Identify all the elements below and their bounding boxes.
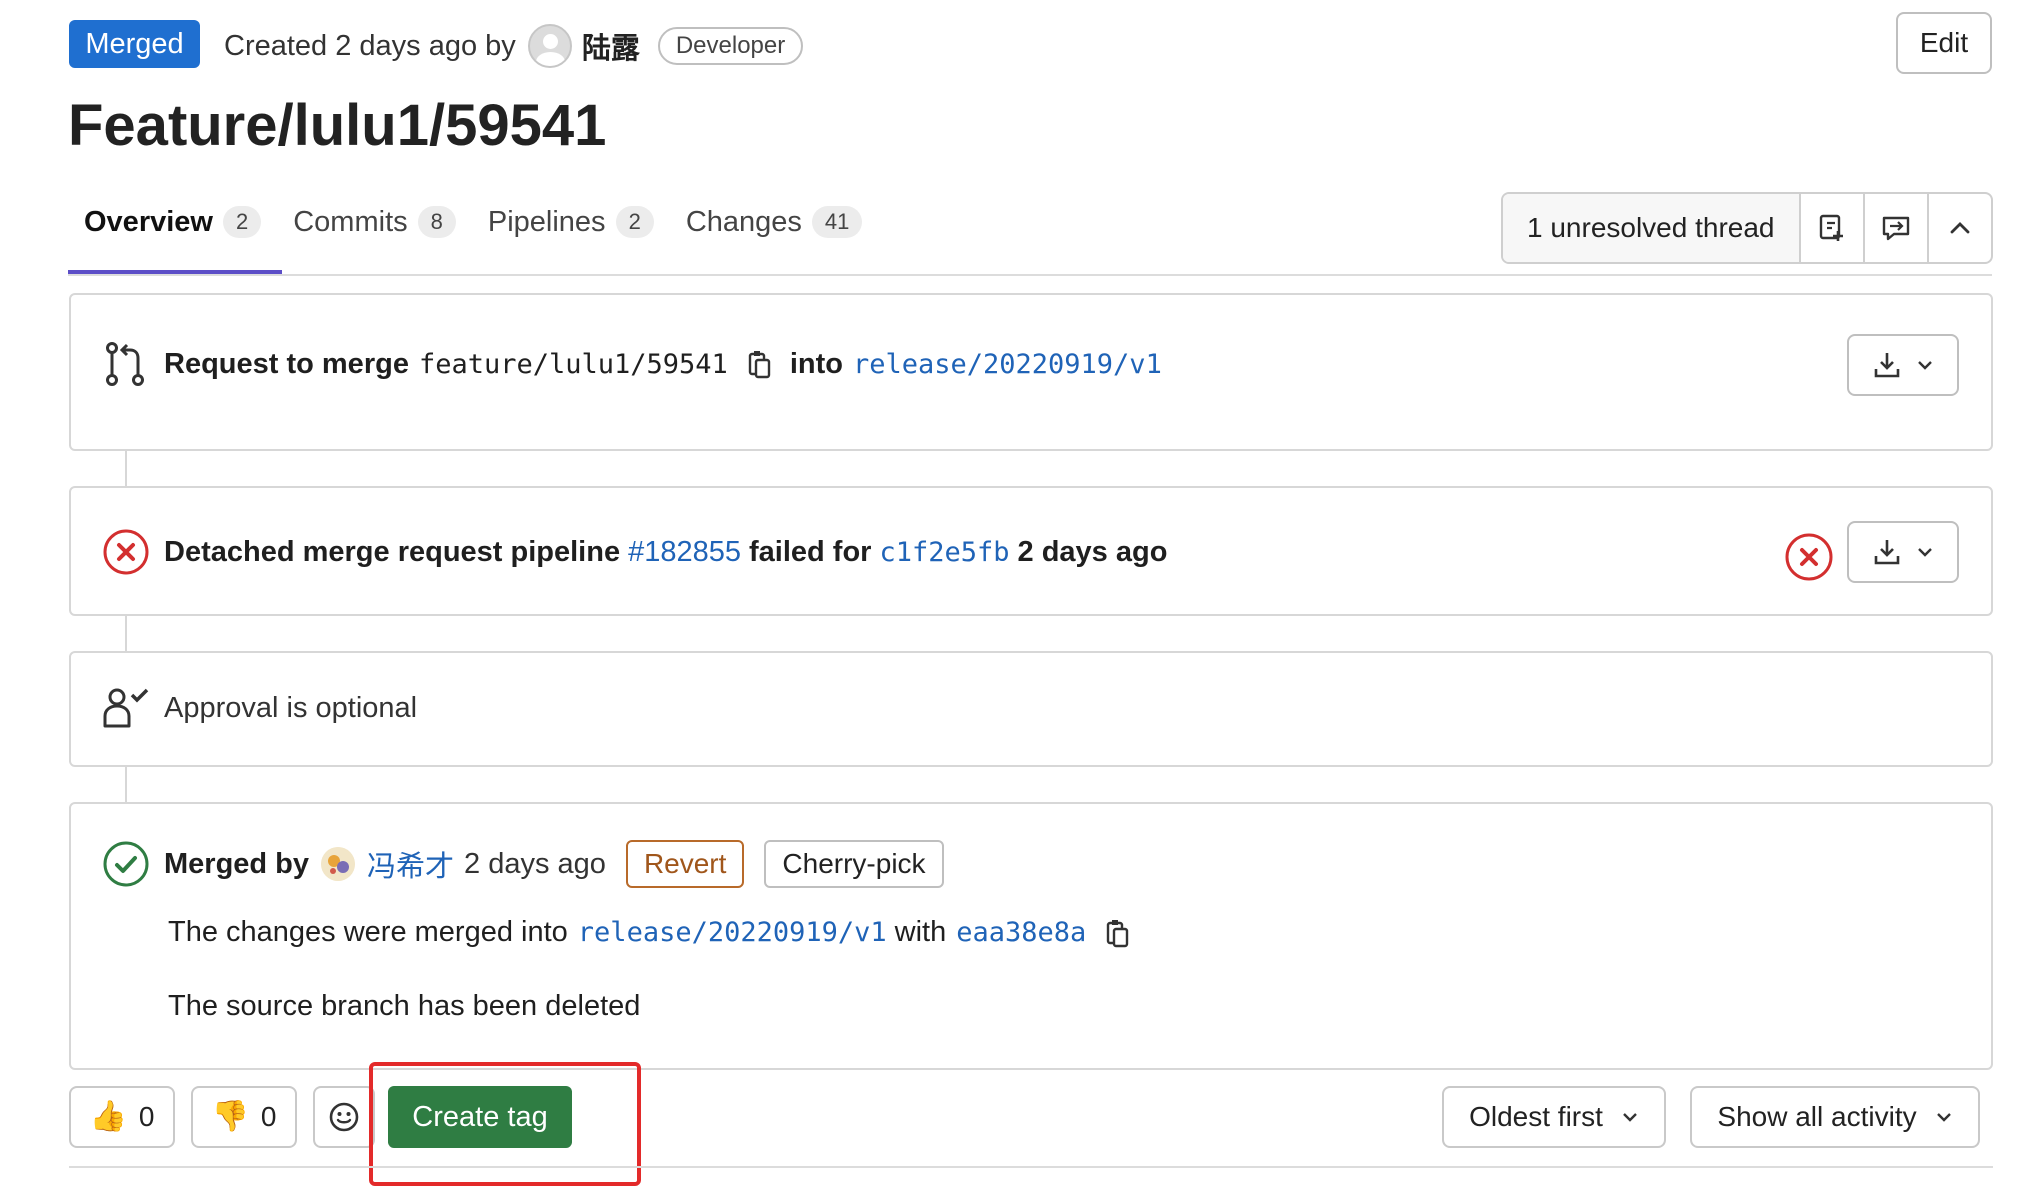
author-avatar[interactable] [527,24,572,68]
tab-commits[interactable]: Commits 8 [277,196,472,248]
status-badge: Merged [69,20,200,68]
tab-changes[interactable]: Changes 41 [670,196,879,248]
source-deleted-row: The source branch has been deleted [168,990,640,1023]
changes-merged-text: The changes were merged into [168,916,568,948]
merged-time: 2 days ago [464,847,606,880]
thumbs-up-icon: 👍 [89,1100,127,1133]
chevron-down-icon [1623,1113,1637,1122]
pipeline-failed-for: failed for [749,535,872,568]
sort-label: Oldest first [1469,1101,1603,1132]
pipeline-status-icon[interactable] [1784,532,1834,582]
tab-pipelines[interactable]: Pipelines 2 [472,196,670,248]
tab-label: Overview [84,205,213,238]
tab-label: Pipelines [487,205,606,238]
merge-request-prefix: Request to merge [164,347,409,380]
pipeline-row: Detached merge request pipeline #182855 … [102,528,1167,576]
pipeline-time: 2 days ago [1017,535,1168,568]
copy-commit-icon[interactable] [1106,918,1130,948]
smiley-icon [329,1102,359,1132]
merge-commit-link[interactable]: eaa38e8a [956,917,1086,948]
tab-divider [68,274,1992,276]
approval-icon [102,686,150,730]
pipeline-id-link[interactable]: #182855 [628,536,741,569]
merged-into-row: The changes were merged into release/202… [168,916,1130,949]
thumbs-up-count: 0 [138,1101,155,1132]
merged-target-branch-link[interactable]: release/20220919/v1 [578,917,887,948]
tab-label: Commits [293,205,408,238]
bottom-divider [69,1166,1993,1168]
merger-name-link[interactable]: 冯希才 [367,843,454,885]
pipeline-download-dropdown[interactable] [1847,521,1959,583]
activity-filter-label: Show all activity [1717,1101,1917,1132]
merger-avatar[interactable] [321,847,356,881]
into-label: into [789,347,843,380]
copy-branch-icon[interactable] [748,349,772,379]
thread-controls: 1 unresolved thread [1501,192,1993,264]
download-dropdown[interactable] [1847,334,1959,396]
thumbs-down-icon: 👎 [211,1100,249,1133]
merge-request-icon [102,340,150,388]
author-name[interactable]: 陆露 [582,25,640,67]
tab-count: 41 [811,206,863,238]
pipeline-prefix: Detached merge request pipeline [164,535,621,568]
target-branch-link[interactable]: release/20220919/v1 [853,349,1162,380]
page-title: Feature/lulu1/59541 [68,93,607,158]
timeline-connector [125,451,127,486]
chevron-down-icon [1918,361,1932,370]
source-branch: feature/lulu1/59541 [418,348,728,380]
tab-count: 2 [222,206,262,238]
failed-status-icon [102,528,150,576]
thumbs-down-button[interactable]: 👎 0 [191,1086,297,1148]
activity-filter-dropdown[interactable]: Show all activity [1690,1086,1980,1148]
thumbs-up-button[interactable]: 👍 0 [69,1086,175,1148]
with-label: with [894,916,947,948]
approval-text: Approval is optional [164,691,418,724]
success-status-icon [102,840,150,888]
merged-by-row: Merged by 冯希才 2 days ago Revert Cherry-p… [102,840,944,888]
tab-overview[interactable]: Overview 2 [68,196,277,248]
timeline-connector [125,767,127,802]
created-text: Created 2 days ago by [224,29,516,62]
tab-count: 8 [417,206,456,238]
merged-by-label: Merged by [164,847,310,880]
tab-bar: Overview 2 Commits 8 Pipelines 2 Changes… [68,196,878,248]
unresolved-threads[interactable]: 1 unresolved thread [1503,194,1799,262]
add-reaction-button[interactable] [313,1086,375,1148]
approval-row: Approval is optional [102,686,417,730]
download-icon [1874,353,1900,378]
sort-dropdown[interactable]: Oldest first [1442,1086,1666,1148]
source-deleted-text: The source branch has been deleted [168,990,641,1022]
jump-to-thread-icon[interactable] [1862,194,1927,262]
created-by-line: Created 2 days ago by 陆露 Developer [224,22,804,70]
merge-request-row: Request to merge feature/lulu1/59541 int… [102,340,1162,388]
chevron-down-icon [1918,548,1932,557]
resolve-thread-icon[interactable] [1798,194,1863,262]
download-icon [1874,540,1900,565]
collapse-icon[interactable] [1926,194,1991,262]
commit-link[interactable]: c1f2e5fb [879,537,1009,568]
role-badge: Developer [657,27,804,65]
tab-label: Changes [685,205,802,238]
tab-count: 2 [615,206,654,238]
thumbs-down-count: 0 [260,1101,277,1132]
cherry-pick-button[interactable]: Cherry-pick [764,840,944,888]
chevron-down-icon [1936,1113,1951,1122]
revert-button[interactable]: Revert [625,840,745,888]
timeline-connector [125,616,127,651]
edit-button[interactable]: Edit [1896,12,1992,74]
